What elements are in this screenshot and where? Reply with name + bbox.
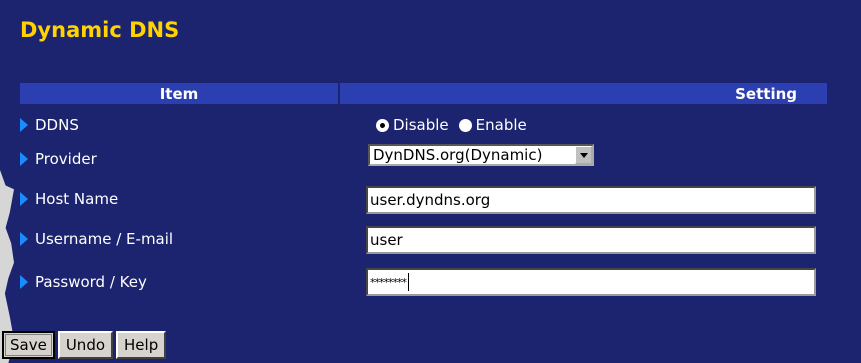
undo-button[interactable]: Undo — [57, 331, 114, 359]
ddns-disable-radio[interactable] — [376, 118, 389, 132]
column-header-item: Item — [20, 83, 338, 104]
text-caret — [408, 273, 409, 291]
password-label: Password / Key — [35, 273, 147, 291]
host-name-row-label: Host Name — [20, 188, 118, 210]
provider-selected-value: DynDNS.org(Dynamic) — [373, 146, 543, 164]
arrow-right-icon — [20, 152, 28, 166]
ddns-disable-label[interactable]: Disable — [393, 116, 449, 134]
ddns-enable-label[interactable]: Enable — [476, 116, 527, 134]
host-name-label: Host Name — [35, 190, 119, 208]
dropdown-button[interactable] — [575, 146, 592, 164]
action-buttons: Save Undo Help — [2, 331, 167, 359]
arrow-right-icon — [20, 275, 28, 289]
ddns-label: DDNS — [35, 116, 79, 134]
username-value: user — [370, 231, 403, 249]
host-name-value: user.dyndns.org — [370, 191, 491, 209]
ddns-enable-radio[interactable] — [458, 118, 472, 132]
password-value: ******** — [370, 275, 407, 289]
ddns-row-label: DDNS — [20, 114, 79, 136]
provider-row-label: Provider — [20, 148, 97, 170]
password-row-label: Password / Key — [20, 271, 147, 293]
page-title: Dynamic DNS — [20, 18, 180, 42]
arrow-right-icon — [20, 192, 28, 206]
username-label: Username / E-mail — [35, 230, 174, 248]
password-input[interactable]: ******** — [366, 268, 816, 296]
column-header-setting: Setting — [340, 83, 827, 104]
provider-label: Provider — [35, 150, 97, 168]
arrow-right-icon — [20, 232, 28, 246]
username-input[interactable]: user — [366, 226, 816, 254]
ddns-radio-group: Disable Enable — [376, 114, 537, 136]
host-name-input[interactable]: user.dyndns.org — [366, 186, 816, 214]
arrow-right-icon — [20, 118, 28, 132]
chevron-down-icon — [579, 152, 588, 158]
save-button[interactable]: Save — [2, 331, 55, 359]
provider-select[interactable]: DynDNS.org(Dynamic) — [368, 144, 594, 166]
username-row-label: Username / E-mail — [20, 228, 173, 250]
help-button[interactable]: Help — [116, 331, 167, 359]
